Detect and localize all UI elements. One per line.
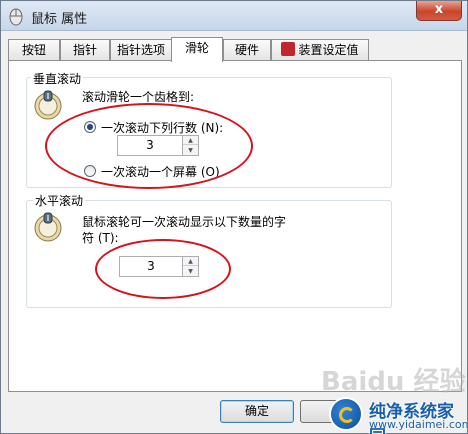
wheel-tab-panel: 垂直滚动 滚动滑轮一个齿格到: 一次滚动下列行数 (N): 3 ▲ ▼ 一次滚动… [8,60,462,392]
site-url-watermark: www.yidaimei.com [369,418,468,431]
horizontal-instruction-line1: 鼠标滚轮可一次滚动显示以下数量的字 [82,215,287,229]
scroll-chars-spinner[interactable]: ▲ ▼ [183,256,199,277]
scroll-screen-radio[interactable] [84,165,96,177]
tab-device-settings[interactable]: 装置设定值 [271,39,369,61]
vertical-instruction: 滚动滑轮一个齿格到: [82,90,195,104]
horizontal-scrolling-title: 水平滚动 [33,192,86,209]
window-title: 鼠标 属性 [31,12,88,27]
tab-pointer-options[interactable]: 指针选项 [110,39,172,61]
tab-hardware[interactable]: 硬件 [223,39,271,61]
scroll-lines-spinner[interactable]: ▲ ▼ [183,135,199,156]
scroll-chars-input[interactable]: 3 [119,256,183,277]
wheel-mouse-icon-horizontal [34,212,62,242]
scroll-lines-radio[interactable] [84,121,96,133]
spin-down-icon[interactable]: ▼ [183,146,198,155]
title-bar[interactable]: 鼠标 属性 x [1,1,467,31]
tab-wheel[interactable]: 滑轮 [171,37,223,62]
close-button[interactable]: x [416,1,462,21]
site-logo-icon [329,397,363,431]
tab-strip: 按钮 指针 指针选项 滑轮 硬件 装置设定值 [8,37,462,62]
vertical-scrolling-title: 垂直滚动 [31,70,84,87]
ok-button[interactable]: 确定 [220,400,294,423]
mouse-properties-dialog: 鼠标 属性 x 按钮 指针 指针选项 滑轮 硬件 装置设定值 垂直滚动 滚动滑轮… [0,0,468,434]
tab-buttons[interactable]: 按钮 [8,39,60,61]
tab-pointers[interactable]: 指针 [60,39,110,61]
spin-up-icon[interactable]: ▲ [183,257,198,266]
close-icon: x [434,2,444,17]
wheel-mouse-icon [34,90,62,120]
horizontal-instruction-line2: 符 (T): [82,231,119,245]
scroll-lines-label: 一次滚动下列行数 (N): [101,121,224,135]
spin-up-icon[interactable]: ▲ [183,136,198,145]
scroll-lines-input[interactable]: 3 [117,135,183,156]
device-icon [281,42,296,56]
spin-down-icon[interactable]: ▼ [183,267,198,276]
scroll-screen-label: 一次滚动一个屏幕 (O) [101,165,220,179]
mouse-icon [9,8,23,26]
